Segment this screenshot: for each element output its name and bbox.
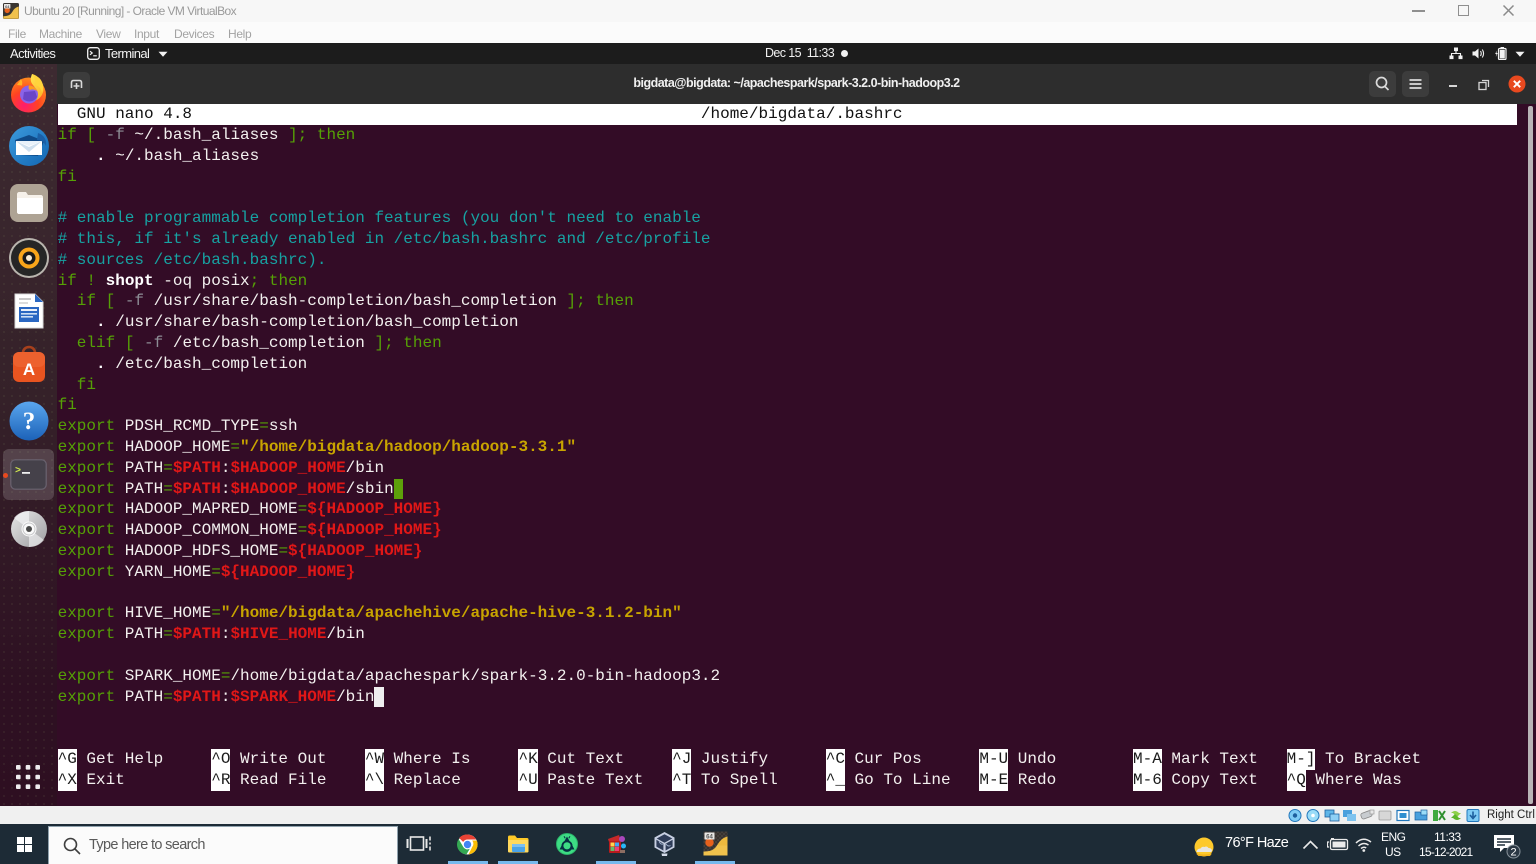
- svg-text:2: 2: [1510, 847, 1516, 859]
- svg-text:64: 64: [706, 835, 713, 841]
- svg-text:?: ?: [23, 408, 36, 435]
- svg-text:>: >: [15, 466, 21, 477]
- svg-text:A: A: [23, 360, 35, 379]
